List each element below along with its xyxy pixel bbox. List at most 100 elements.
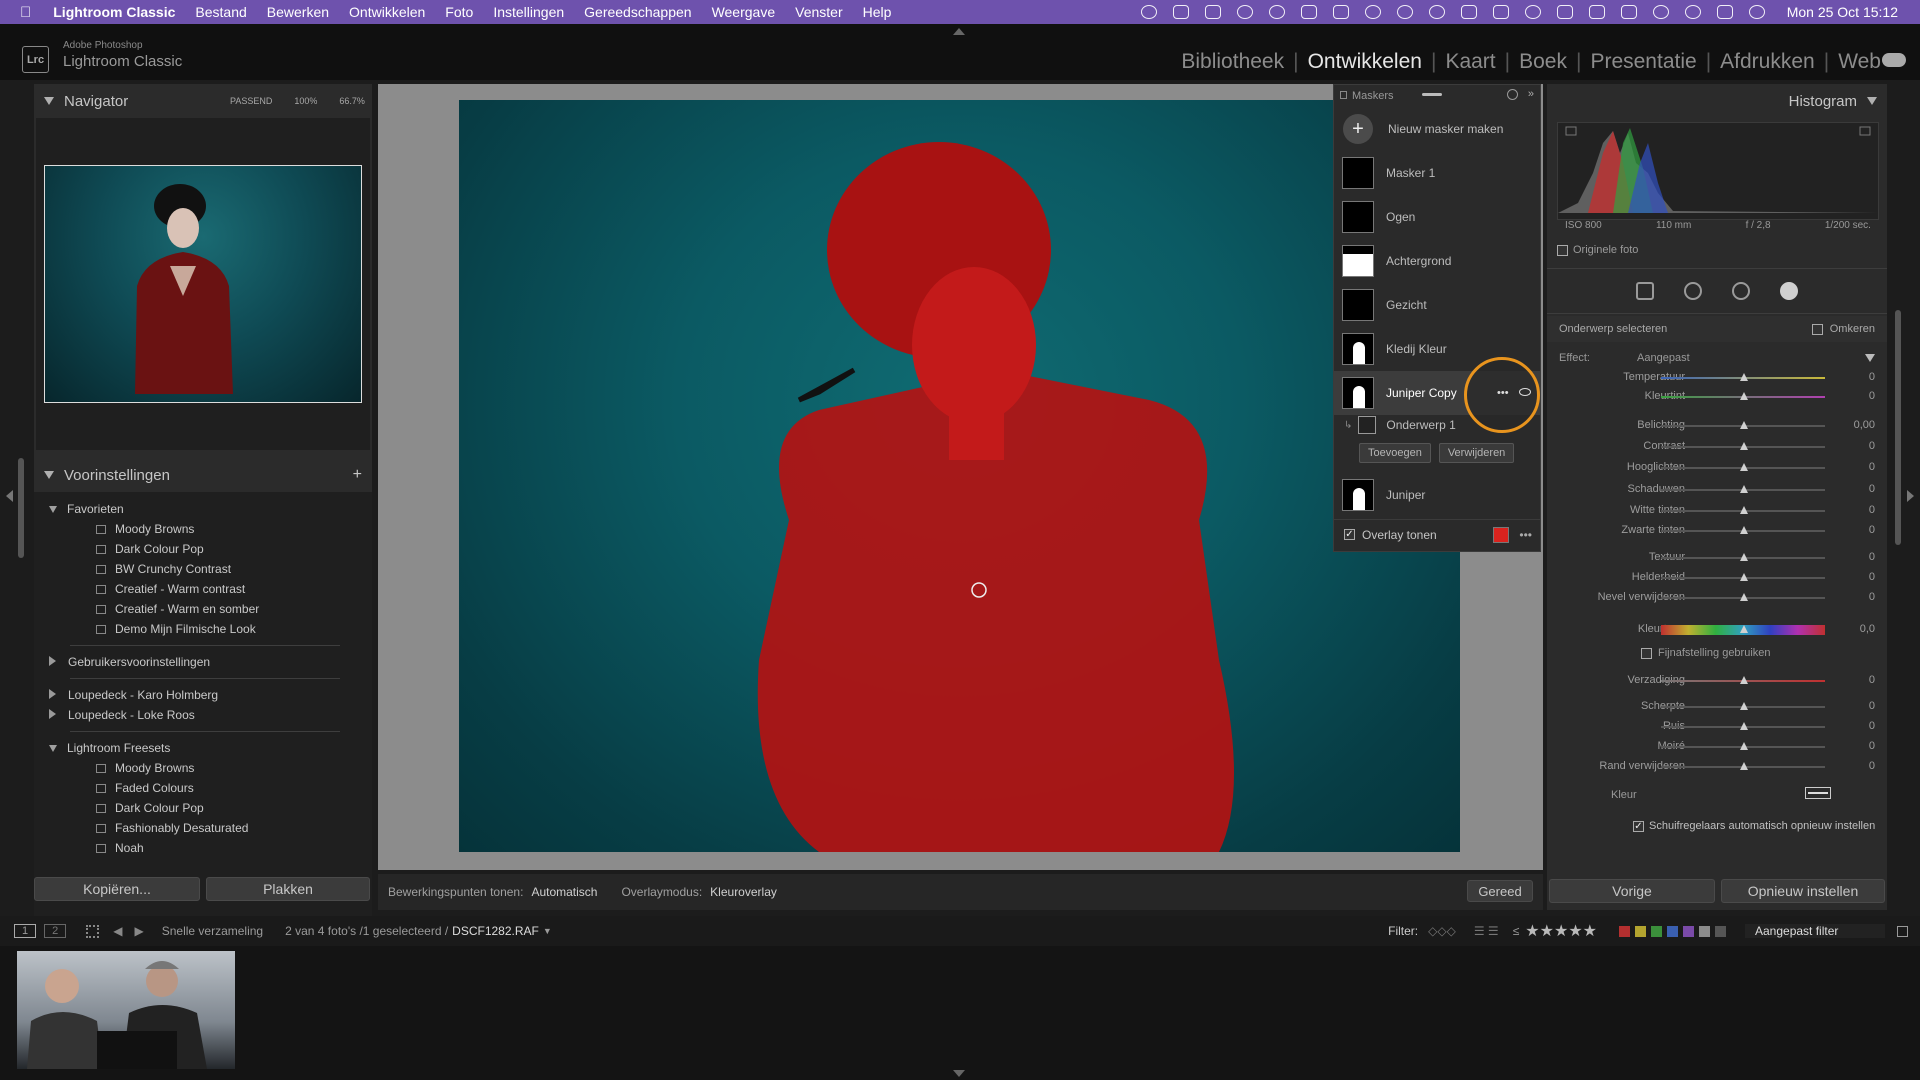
module-afdrukken[interactable]: Afdrukken bbox=[1711, 50, 1824, 74]
add-preset-icon[interactable]: + bbox=[353, 466, 362, 484]
mask-item[interactable]: Ogen bbox=[1334, 195, 1540, 239]
effect-menu-icon[interactable] bbox=[1865, 354, 1875, 362]
slider-contrast[interactable]: Contrast0 bbox=[1547, 438, 1887, 456]
preset-item[interactable]: Dark Colour Pop bbox=[96, 801, 204, 815]
masking-icon[interactable] bbox=[1780, 282, 1798, 300]
module-web[interactable]: Web bbox=[1829, 50, 1890, 74]
search-icon[interactable] bbox=[1684, 5, 1701, 19]
preset-group-loupedeck-karo[interactable]: Loupedeck - Karo Holmberg bbox=[49, 688, 218, 702]
edit-points-select[interactable]: Automatisch bbox=[531, 885, 597, 899]
s-app-icon[interactable] bbox=[1268, 5, 1285, 19]
color-label-blue[interactable] bbox=[1667, 925, 1678, 937]
module-bibliotheek[interactable]: Bibliotheek bbox=[1172, 50, 1293, 74]
menu-gereedschappen[interactable]: Gereedschappen bbox=[584, 4, 691, 20]
auto-reset-checkbox[interactable]: ✓ bbox=[1633, 820, 1644, 832]
crop-icon[interactable] bbox=[1636, 282, 1654, 300]
app-tray-icon[interactable] bbox=[1204, 5, 1221, 19]
auto-reset-toggle[interactable]: ✓ Schuifregelaars automatisch opnieuw in… bbox=[1633, 820, 1875, 832]
healing-icon[interactable] bbox=[1684, 282, 1702, 300]
slider-nevel[interactable]: Nevel verwijderen 0 bbox=[1547, 589, 1887, 607]
menu-help[interactable]: Help bbox=[863, 4, 892, 20]
zoom-custom[interactable]: 66.7% bbox=[339, 96, 365, 106]
flag-filter-icon[interactable]: ◇◇◇ bbox=[1428, 924, 1456, 938]
original-checkbox[interactable] bbox=[1557, 244, 1568, 256]
source-collection[interactable]: Snelle verzameling bbox=[162, 924, 263, 938]
overlay-color-swatch[interactable] bbox=[1493, 526, 1510, 543]
slider-helderheid[interactable]: Helderheid 0 bbox=[1547, 569, 1887, 587]
apple-icon[interactable]:  bbox=[20, 4, 31, 21]
right-panel-toggle-icon[interactable] bbox=[1907, 490, 1914, 502]
slider-ruis[interactable]: Ruis0 bbox=[1547, 718, 1887, 736]
original-photo-toggle[interactable]: Originele foto bbox=[1555, 244, 1638, 256]
preset-group-gebruikers[interactable]: Gebruikersvoorinstellingen bbox=[49, 655, 210, 669]
color-label-none[interactable] bbox=[1715, 925, 1726, 937]
preset-item[interactable]: Dark Colour Pop bbox=[96, 542, 204, 556]
filter-lock-icon[interactable] bbox=[1897, 925, 1908, 937]
help-icon[interactable] bbox=[1507, 89, 1518, 100]
preset-item[interactable]: BW Crunchy Contrast bbox=[96, 562, 231, 576]
w-app-icon[interactable] bbox=[1300, 5, 1317, 19]
remove-component-button[interactable]: Verwijderen bbox=[1438, 443, 1515, 463]
more-options-icon[interactable]: ••• bbox=[1519, 528, 1532, 542]
moon-icon[interactable] bbox=[1524, 5, 1541, 19]
previous-button[interactable]: Vorige bbox=[1549, 879, 1715, 903]
overlay-checkbox[interactable]: ✓ bbox=[1344, 529, 1355, 540]
histogram-header[interactable]: Histogram bbox=[1547, 84, 1887, 118]
headset-icon[interactable] bbox=[1428, 5, 1445, 19]
slider-verzadiging[interactable]: Verzadiging 0 bbox=[1547, 672, 1887, 690]
menu-instellingen[interactable]: Instellingen bbox=[493, 4, 564, 20]
menu-bewerken[interactable]: Bewerken bbox=[267, 4, 329, 20]
preset-group-loupedeck-loke[interactable]: Loupedeck - Loke Roos bbox=[49, 708, 195, 722]
rating-filter[interactable]: ★★★★★ bbox=[1525, 921, 1597, 941]
histogram[interactable] bbox=[1557, 122, 1879, 220]
masks-header[interactable]: Maskers » bbox=[1334, 85, 1540, 107]
main-window-button[interactable]: 1 bbox=[14, 924, 37, 938]
preset-item[interactable]: Fashionably Desaturated bbox=[96, 821, 248, 835]
right-scrollbar[interactable] bbox=[1895, 310, 1901, 545]
star-icon[interactable]: ★ bbox=[1540, 923, 1554, 940]
slider-hooglichten[interactable]: Hooglichten 0 bbox=[1547, 459, 1887, 477]
menu-bestand[interactable]: Bestand bbox=[195, 4, 246, 20]
wifi-icon[interactable] bbox=[1652, 5, 1669, 19]
filmstrip-toggle-icon[interactable] bbox=[953, 1070, 965, 1077]
upload-icon[interactable] bbox=[1460, 5, 1477, 19]
new-mask-button[interactable]: + Nieuw masker maken bbox=[1334, 107, 1540, 151]
cloud-status-icon[interactable] bbox=[1172, 5, 1189, 19]
preset-group-favorieten[interactable]: Favorieten bbox=[49, 502, 124, 516]
module-boek[interactable]: Boek bbox=[1510, 50, 1576, 74]
preset-item[interactable]: Moody Browns bbox=[96, 761, 194, 775]
slider-textuur[interactable]: Textuur0 bbox=[1547, 549, 1887, 567]
bluetooth-icon[interactable] bbox=[1620, 5, 1637, 19]
eye-visibility-icon[interactable] bbox=[1519, 388, 1531, 396]
filter-preset-select[interactable]: Aangepast filter bbox=[1745, 924, 1885, 938]
color-label-gray[interactable] bbox=[1699, 925, 1710, 937]
add-component-button[interactable]: Toevoegen bbox=[1359, 443, 1431, 463]
menu-clock[interactable]: Mon 25 Oct 15:12 bbox=[1787, 4, 1898, 20]
preset-item[interactable]: Noah bbox=[96, 841, 144, 855]
slider-scherpte[interactable]: Scherpte0 bbox=[1547, 698, 1887, 716]
slider-temperatuur[interactable]: Temperatuur 0 bbox=[1547, 369, 1887, 387]
more-options-icon[interactable]: ••• bbox=[1497, 387, 1509, 399]
star-icon[interactable]: ★ bbox=[1554, 923, 1568, 940]
rating-operator[interactable]: ≤ bbox=[1513, 924, 1520, 938]
star-icon[interactable]: ★ bbox=[1583, 923, 1597, 940]
preset-item[interactable]: Faded Colours bbox=[96, 781, 194, 795]
mask-item[interactable]: Gezicht bbox=[1334, 283, 1540, 327]
edited-filter-icon[interactable]: ☰ ☰ bbox=[1474, 924, 1499, 938]
keyboard-icon[interactable] bbox=[1556, 5, 1573, 19]
zoom-100[interactable]: 100% bbox=[294, 96, 317, 106]
collapse-panel-icon[interactable]: » bbox=[1528, 88, 1534, 100]
control-center-icon[interactable] bbox=[1716, 5, 1733, 19]
done-button[interactable]: Gereed bbox=[1467, 880, 1533, 902]
siri-icon[interactable] bbox=[1748, 5, 1765, 19]
presets-header[interactable]: Voorinstellingen + bbox=[34, 458, 372, 492]
slider-zwarte-tinten[interactable]: Zwarte tinten 0 bbox=[1547, 522, 1887, 540]
cloud-sync-icon[interactable] bbox=[1882, 53, 1906, 67]
forward-arrow-icon[interactable]: ▶ bbox=[134, 924, 143, 938]
preset-item[interactable]: Demo Mijn Filmische Look bbox=[96, 622, 256, 636]
slider-kleurtoon[interactable]: Kleurtoon0,0 bbox=[1547, 621, 1887, 639]
star-icon[interactable]: ★ bbox=[1568, 923, 1582, 940]
slider-belichting[interactable]: Belichting0,00 bbox=[1547, 417, 1887, 435]
slider-kleurtint[interactable]: Kleurtint0 bbox=[1547, 388, 1887, 406]
reset-button[interactable]: Opnieuw instellen bbox=[1721, 879, 1885, 903]
